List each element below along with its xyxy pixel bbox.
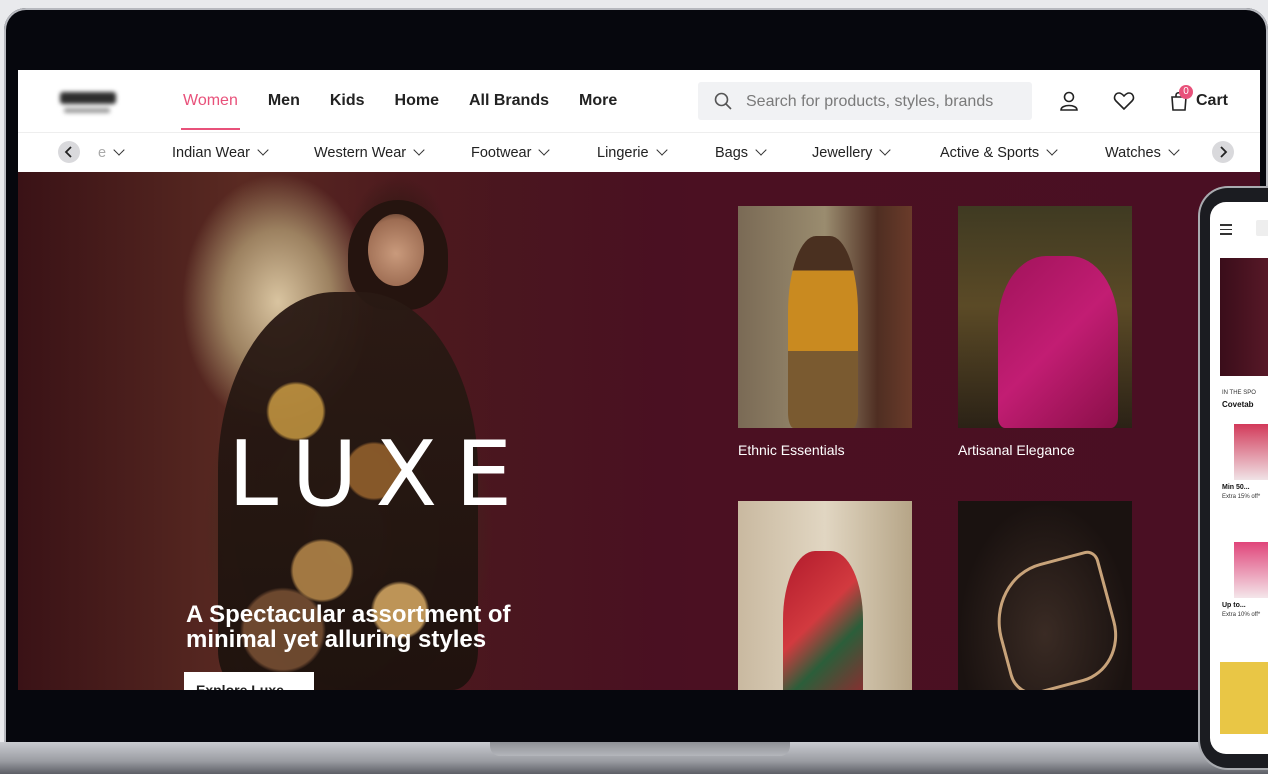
category-label: Bags	[715, 145, 749, 161]
hero-subtitle: A Spectacular assortment of minimal yet …	[186, 601, 511, 653]
category-label: Watches	[1105, 145, 1161, 161]
cart-label: Cart	[1196, 92, 1229, 109]
phone-mockup: L IN THE SPO Covetab Min 50... Extra 15%…	[1198, 186, 1268, 770]
chevron-down-icon	[1168, 144, 1180, 156]
hero-title: LUXE	[228, 422, 531, 527]
search-box	[698, 82, 1032, 122]
laptop-hinge	[490, 742, 790, 756]
brand-logo[interactable]	[60, 88, 118, 118]
category-bar: e Indian Wear Western Wear Footwear Ling…	[18, 132, 1260, 172]
nav-men[interactable]: Men	[253, 70, 315, 132]
category-jewellery[interactable]: Jewellery	[812, 133, 892, 173]
nav-kids[interactable]: Kids	[315, 70, 380, 132]
phone-item1-offer: Extra 15% off*	[1222, 494, 1261, 500]
category-label: Indian Wear	[172, 145, 250, 161]
category-lingerie[interactable]: Lingerie	[597, 133, 668, 173]
phone-section-title: Covetab	[1222, 400, 1254, 409]
nav-women[interactable]: Women	[168, 70, 253, 132]
category-indian-wear[interactable]: Indian Wear	[172, 133, 269, 173]
chevron-down-icon	[113, 144, 125, 156]
website-screen: Women Men Kids Home All Brands More Sear…	[18, 70, 1260, 690]
tile-artisanal-elegance-image[interactable]	[958, 206, 1132, 428]
category-footwear[interactable]: Footwear	[471, 133, 551, 173]
hamburger-menu-icon[interactable]	[1220, 224, 1232, 235]
cart-count-badge: 0	[1179, 85, 1193, 99]
hero-banner[interactable]: LUXE A Spectacular assortment of minimal…	[18, 172, 1260, 690]
cart-button[interactable]: 0 Cart	[1168, 85, 1229, 114]
tile-artisanal-elegance-label[interactable]: Artisanal Elegance	[958, 442, 1075, 458]
category-scroll-left-button[interactable]	[58, 141, 80, 163]
category-partial-label: e	[98, 145, 107, 161]
tile-ethnic-essentials-label[interactable]: Ethnic Essentials	[738, 442, 845, 458]
search-input[interactable]	[744, 82, 1028, 122]
category-partial[interactable]: e	[98, 133, 125, 173]
nav-home[interactable]: Home	[380, 70, 454, 132]
user-icon[interactable]	[1058, 90, 1080, 112]
chevron-down-icon	[257, 144, 269, 156]
category-label: Lingerie	[597, 145, 649, 161]
category-label: Western Wear	[314, 145, 407, 161]
category-label: Footwear	[471, 145, 532, 161]
phone-section-caption: IN THE SPO	[1222, 390, 1256, 396]
header: Women Men Kids Home All Brands More Sear…	[18, 70, 1260, 132]
explore-luxe-button[interactable]: Explore Luxe	[184, 672, 314, 690]
chevron-down-icon	[1046, 144, 1058, 156]
chevron-down-icon	[755, 144, 767, 156]
chevron-down-icon	[879, 144, 892, 156]
chevron-right-icon	[1220, 146, 1228, 158]
chevron-down-icon	[413, 144, 425, 156]
category-western-wear[interactable]: Western Wear	[314, 133, 425, 173]
category-active-sports[interactable]: Active & Sports	[940, 133, 1058, 173]
tile-heels-image[interactable]	[958, 501, 1132, 690]
phone-search-box[interactable]	[1256, 220, 1268, 236]
nav-more[interactable]: More	[564, 70, 632, 132]
phone-promo-banner[interactable]	[1220, 662, 1268, 734]
category-bags[interactable]: Bags	[715, 133, 767, 173]
tile-ethnic-essentials-image[interactable]	[738, 206, 912, 428]
phone-product-image-1[interactable]	[1234, 424, 1268, 480]
main-nav: Women Men Kids Home All Brands More	[168, 70, 632, 132]
chevron-down-icon	[538, 144, 551, 156]
phone-item2-offer: Extra 10% off*	[1222, 612, 1261, 618]
phone-screen: L IN THE SPO Covetab Min 50... Extra 15%…	[1210, 202, 1268, 754]
category-scroll-right-button[interactable]	[1212, 141, 1234, 163]
phone-item2-title: Up to...	[1222, 602, 1246, 609]
category-label: Jewellery	[812, 145, 873, 161]
tile-floral-dress-image[interactable]	[738, 501, 912, 690]
category-watches[interactable]: Watches	[1105, 133, 1180, 173]
phone-hero-banner[interactable]: L	[1220, 258, 1268, 376]
hero-model-face	[368, 214, 424, 286]
chevron-left-icon	[64, 146, 72, 158]
chevron-down-icon	[655, 144, 668, 156]
wishlist-heart-icon[interactable]	[1113, 90, 1135, 112]
nav-all-brands[interactable]: All Brands	[454, 70, 564, 132]
phone-item1-title: Min 50...	[1222, 484, 1250, 491]
phone-product-image-2[interactable]	[1234, 542, 1268, 598]
category-label: Active & Sports	[940, 145, 1040, 161]
search-icon	[714, 92, 732, 110]
